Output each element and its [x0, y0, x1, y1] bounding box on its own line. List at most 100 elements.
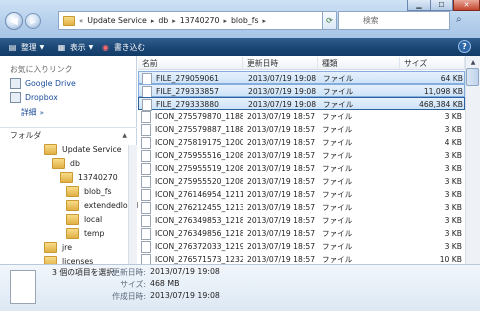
tree-item-label: 13740270	[78, 172, 118, 182]
file-type: ファイル	[322, 203, 353, 212]
file-row[interactable]: ICON_275579887_1188... 2013/07/19 18:57 ファ…	[138, 123, 465, 136]
file-date-cell: 2013/07/19 18:57	[243, 162, 318, 175]
back-button[interactable]: ◀	[5, 12, 23, 30]
burn-label: 書き込む	[114, 42, 146, 52]
close-button[interactable]: ✕	[453, 0, 480, 11]
file-row[interactable]: ICON_276349853_1218... 2013/07/19 18:57 ファ…	[138, 214, 465, 227]
file-size: 468,384 KB	[418, 100, 463, 109]
file-icon	[142, 72, 152, 85]
address-bar[interactable]: « Update Service ▸ db ▸ 13740270 ▸ blob_…	[58, 11, 323, 30]
tree-item[interactable]: jre	[44, 240, 72, 254]
file-row[interactable]: ICON_275819175_1200... 2013/07/19 18:57 ファ…	[138, 136, 465, 149]
favorite-google-drive[interactable]: Google Drive	[10, 78, 76, 89]
file-row[interactable]: ICON_276349856_1218... 2013/07/19 18:57 ファ…	[138, 227, 465, 240]
column-header-name[interactable]: 名前	[138, 57, 243, 70]
forward-button[interactable]: ▶	[25, 13, 41, 29]
file-name: ICON_276212455_1213...	[155, 203, 243, 212]
organize-button[interactable]: ▤ 整理 ▼	[7, 40, 45, 54]
file-row[interactable]: FILE_279333880 2013/07/19 19:08 ファイル 468,38…	[138, 97, 465, 111]
file-size: 3 KB	[444, 203, 462, 212]
file-type: ファイル	[322, 138, 353, 147]
tree-item[interactable]: temp	[66, 226, 104, 240]
file-size: 11,098 KB	[423, 87, 463, 96]
tree-item-label: jre	[62, 242, 72, 252]
column-header-size[interactable]: サイズ	[400, 57, 465, 70]
file-row[interactable]: FILE_279333857 2013/07/19 19:08 ファイル 11,098…	[138, 84, 465, 98]
file-type: ファイル	[323, 87, 354, 96]
file-name: ICON_275955516_1208...	[155, 151, 243, 160]
tree-item[interactable]: blob_fs	[66, 184, 112, 198]
burn-button[interactable]: ◉ 書き込む	[100, 40, 145, 54]
burn-disc-icon: ◉	[102, 42, 109, 52]
breadcrumb-blob-fs[interactable]: blob_fs	[231, 16, 259, 25]
scroll-up-arrow-icon[interactable]: ▲	[466, 56, 480, 68]
file-row[interactable]: ICON_276212455_1213... 2013/07/19 18:57 ファ…	[138, 201, 465, 214]
file-type: ファイル	[322, 216, 353, 225]
file-type: ファイル	[322, 112, 353, 121]
file-size: 3 KB	[444, 177, 462, 186]
file-size: 3 KB	[444, 242, 462, 251]
help-icon[interactable]: ?	[458, 40, 471, 53]
file-type: ファイル	[323, 74, 354, 83]
file-date: 2013/07/19 19:08	[248, 100, 317, 109]
file-date: 2013/07/19 18:57	[247, 164, 316, 173]
file-date: 2013/07/19 19:08	[248, 74, 317, 83]
minimize-button[interactable]: ▁	[407, 0, 431, 11]
more-links[interactable]: 詳細 »	[21, 107, 44, 118]
file-date-cell: 2013/07/19 18:57	[243, 188, 318, 201]
file-date-cell: 2013/07/19 18:57	[243, 214, 318, 227]
file-icon	[142, 98, 152, 111]
tree-item[interactable]: db	[52, 156, 80, 170]
tree-item[interactable]: Update Service	[44, 142, 122, 156]
breadcrumb-update-service[interactable]: Update Service	[87, 16, 147, 25]
chevron-right-icon[interactable]: ▸	[263, 17, 267, 25]
favorite-links-header: お気に入りリンク	[10, 65, 73, 74]
file-row[interactable]: FILE_279059061 2013/07/19 19:08 ファイル 64 KB	[138, 71, 465, 85]
folders-header[interactable]: フォルダ ▲	[0, 127, 137, 142]
file-icon	[141, 175, 151, 188]
file-row[interactable]: ICON_276146954_1211... 2013/07/19 18:57 ファ…	[138, 188, 465, 201]
breadcrumb-13740270[interactable]: 13740270	[180, 16, 220, 25]
search-icon[interactable]: ⌕	[456, 14, 462, 25]
file-size-cell: 3 KB	[400, 214, 462, 227]
file-name: FILE_279333857	[156, 87, 219, 96]
file-date-cell: 2013/07/19 18:57	[243, 149, 318, 162]
file-type-cell: ファイル	[318, 201, 400, 214]
chevron-right-icon[interactable]: ▸	[151, 17, 155, 25]
file-row[interactable]: ICON_275579870_1188... 2013/07/19 18:57 ファ…	[138, 110, 465, 123]
file-date-cell: 2013/07/19 18:57	[243, 175, 318, 188]
folder-tree-scrollbar[interactable]	[128, 145, 137, 264]
breadcrumb-overflow[interactable]: «	[79, 17, 83, 25]
file-name-cell: ICON_276212455_1213...	[138, 201, 243, 214]
file-type-cell: ファイル	[318, 149, 400, 162]
file-date: 2013/07/19 19:08	[248, 87, 317, 96]
breadcrumb-db[interactable]: db	[158, 16, 168, 25]
scrollbar-thumb[interactable]	[466, 68, 479, 86]
file-size-cell: 3 KB	[400, 149, 462, 162]
file-size-cell: 4 KB	[400, 136, 462, 149]
created-label: 作成日時:	[112, 292, 146, 301]
search-input[interactable]: 検索	[338, 11, 450, 30]
file-row[interactable]: ICON_275955516_1208... 2013/07/19 18:57 ファ…	[138, 149, 465, 162]
refresh-button[interactable]: ⟳	[323, 11, 337, 30]
maximize-button[interactable]: ☐	[431, 0, 453, 11]
file-date-cell: 2013/07/19 18:57	[243, 123, 318, 136]
file-size-cell: 3 KB	[400, 162, 462, 175]
views-button[interactable]: ▦ 表示 ▼	[56, 40, 94, 54]
tree-item[interactable]: local	[66, 212, 102, 226]
file-name-cell: ICON_276372033_1219...	[138, 240, 243, 253]
tree-item[interactable]: 13740270	[60, 170, 118, 184]
column-header-date[interactable]: 更新日時	[243, 57, 318, 70]
file-row[interactable]: ICON_275955519_1208... 2013/07/19 18:57 ファ…	[138, 162, 465, 175]
favorite-dropbox[interactable]: Dropbox	[10, 92, 58, 103]
chevron-right-icon[interactable]: ▸	[223, 17, 227, 25]
file-row[interactable]: ICON_275955520_1208... 2013/07/19 18:57 ファ…	[138, 175, 465, 188]
file-name-cell: ICON_275819175_1200...	[138, 136, 243, 149]
file-row[interactable]: ICON_276372033_1219... 2013/07/19 18:57 ファ…	[138, 240, 465, 253]
file-type-cell: ファイル	[318, 175, 400, 188]
created-value: 2013/07/19 19:08	[150, 291, 220, 300]
column-header-type[interactable]: 種類	[318, 57, 400, 70]
file-list-scrollbar[interactable]: ▲	[465, 56, 480, 264]
file-size-cell: 3 KB	[400, 175, 462, 188]
chevron-right-icon[interactable]: ▸	[172, 17, 176, 25]
